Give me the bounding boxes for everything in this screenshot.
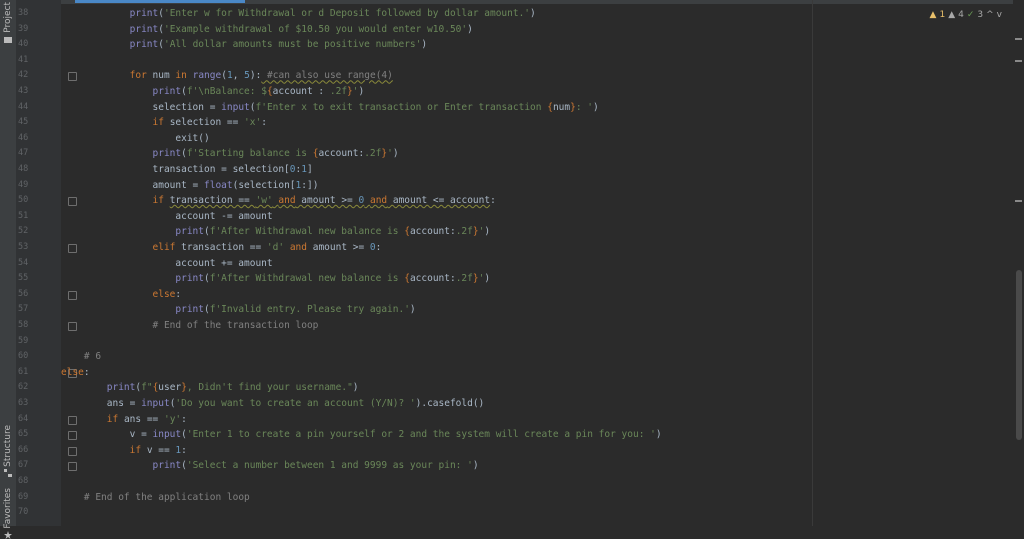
code-line[interactable]: print(f'Starting balance is {account:.2f… bbox=[61, 146, 399, 162]
code-line[interactable]: print(f"{user}, Didn't find your usernam… bbox=[61, 380, 359, 396]
line-number: 55 bbox=[18, 273, 29, 284]
line-number: 54 bbox=[18, 257, 29, 268]
favorites-tool-button[interactable]: Favorites bbox=[1, 488, 15, 539]
code-line[interactable]: print('All dollar amounts must be positi… bbox=[61, 37, 427, 53]
code-line[interactable]: print('Select a number between 1 and 999… bbox=[61, 458, 479, 474]
line-number: 70 bbox=[18, 507, 29, 518]
line-number: 49 bbox=[18, 179, 29, 190]
code-line[interactable]: print('Enter w for Withdrawal or d Depos… bbox=[61, 6, 536, 22]
line-number: 68 bbox=[18, 476, 29, 486]
line-number: 51 bbox=[18, 210, 29, 221]
line-number: 39 bbox=[18, 23, 29, 34]
code-line[interactable]: print('Example withdrawal of $10.50 you … bbox=[61, 22, 473, 38]
star-icon bbox=[4, 530, 12, 539]
project-tool-label: Project bbox=[3, 2, 13, 33]
code-line[interactable]: amount = float(selection[1:]) bbox=[61, 178, 319, 194]
line-number: 61 bbox=[18, 366, 29, 377]
code-line[interactable]: if selection == 'x': bbox=[61, 115, 267, 131]
error-stripe-mark[interactable] bbox=[1015, 60, 1022, 62]
typo-check-icon: ✓ bbox=[966, 10, 975, 20]
folder-icon bbox=[4, 36, 12, 43]
code-line[interactable]: for num in range(1, 5): #can also use ra… bbox=[61, 68, 393, 84]
next-highlight-button[interactable]: v bbox=[997, 10, 1002, 20]
line-number: 50 bbox=[18, 195, 29, 206]
code-line[interactable]: transaction = selection[0:1] bbox=[61, 162, 313, 178]
line-number: 43 bbox=[18, 86, 29, 96]
line-number: 65 bbox=[18, 429, 29, 440]
line-number: 57 bbox=[18, 304, 29, 315]
line-number: 64 bbox=[18, 413, 29, 424]
line-number: 38 bbox=[18, 8, 29, 18]
code-line[interactable]: print(f'After Withdrawal new balance is … bbox=[61, 271, 490, 287]
structure-tool-label: Structure bbox=[3, 425, 13, 467]
line-number: 56 bbox=[18, 288, 29, 299]
code-line[interactable]: account += amount bbox=[61, 256, 272, 272]
favorites-tool-label: Favorites bbox=[3, 488, 13, 529]
code-line[interactable]: # End of the application loop bbox=[61, 490, 250, 506]
typo-count: 3 bbox=[977, 10, 984, 20]
error-stripe-mark[interactable] bbox=[1015, 38, 1022, 40]
line-number: 48 bbox=[18, 164, 29, 174]
error-stripe-mark[interactable] bbox=[1015, 200, 1022, 202]
previous-highlight-button[interactable]: ^ bbox=[986, 10, 994, 20]
line-number: 62 bbox=[18, 382, 29, 393]
line-number: 40 bbox=[18, 39, 29, 50]
code-line[interactable]: selection = input(f'Enter x to exit tran… bbox=[61, 100, 599, 116]
code-line[interactable]: print(f'Invalid entry. Please try again.… bbox=[61, 302, 415, 318]
code-line[interactable]: v = input('Enter 1 to create a pin yours… bbox=[61, 427, 662, 443]
line-number: 47 bbox=[18, 148, 29, 159]
line-number: 45 bbox=[18, 117, 29, 128]
code-line[interactable]: account -= amount bbox=[61, 209, 272, 225]
line-number: 53 bbox=[18, 242, 29, 252]
line-number: 46 bbox=[18, 132, 29, 143]
code-line[interactable]: if transaction == 'w' and amount >= 0 an… bbox=[61, 193, 496, 209]
line-number: 63 bbox=[18, 398, 29, 408]
code-editor[interactable]: print('Enter w for Withdrawal or d Depos… bbox=[61, 0, 1013, 526]
warning-count: 1 bbox=[939, 10, 946, 20]
code-line[interactable]: exit() bbox=[61, 131, 209, 147]
line-number: 67 bbox=[18, 460, 29, 471]
structure-icon bbox=[4, 468, 12, 477]
line-number: 59 bbox=[18, 335, 29, 346]
line-number: 58 bbox=[18, 320, 29, 330]
code-line[interactable]: print(f'\nBalance: ${account : .2f}') bbox=[61, 84, 365, 100]
vertical-scrollbar[interactable] bbox=[1013, 0, 1024, 526]
left-tool-strip: Project Structure Favorites bbox=[0, 0, 17, 539]
scrollbar-thumb[interactable] bbox=[1016, 270, 1022, 440]
warning-icon: ▲ bbox=[929, 10, 937, 20]
code-line[interactable]: # 6 bbox=[61, 349, 101, 365]
code-line[interactable]: elif transaction == 'd' and amount >= 0: bbox=[61, 240, 382, 256]
line-number: 41 bbox=[18, 54, 29, 65]
weak-warning-count: 4 bbox=[958, 10, 964, 20]
line-number: 52 bbox=[18, 226, 29, 237]
code-line[interactable]: print(f'After Withdrawal new balance is … bbox=[61, 224, 490, 240]
code-line[interactable]: else: bbox=[61, 287, 182, 303]
line-number: 44 bbox=[18, 101, 29, 112]
line-number: 42 bbox=[18, 70, 29, 81]
weak-warning-icon: ▲ bbox=[948, 10, 956, 20]
line-number: 60 bbox=[18, 351, 29, 362]
code-line[interactable]: # End of the transaction loop bbox=[61, 318, 319, 334]
line-number-gutter[interactable]: 38 39 40 41 42 43 44 45 46 47 48 49 50 51 52 53 54 55 56 57… bbox=[16, 0, 77, 526]
code-line[interactable]: if ans == 'y': bbox=[61, 412, 187, 428]
code-line[interactable]: if v == 1: bbox=[61, 443, 187, 459]
line-number: 66 bbox=[18, 444, 29, 455]
code-line[interactable]: ans = input('Do you want to create an ac… bbox=[61, 396, 485, 412]
structure-tool-button[interactable]: Structure bbox=[1, 425, 15, 477]
code-line[interactable]: else: bbox=[61, 365, 90, 381]
inspection-widget[interactable]: ▲ 1 ▲ 4 ✓ 3 ^ v bbox=[930, 10, 1002, 20]
right-margin-guide bbox=[812, 0, 813, 526]
project-tool-button[interactable]: Project bbox=[1, 2, 15, 43]
line-number: 69 bbox=[18, 491, 29, 502]
